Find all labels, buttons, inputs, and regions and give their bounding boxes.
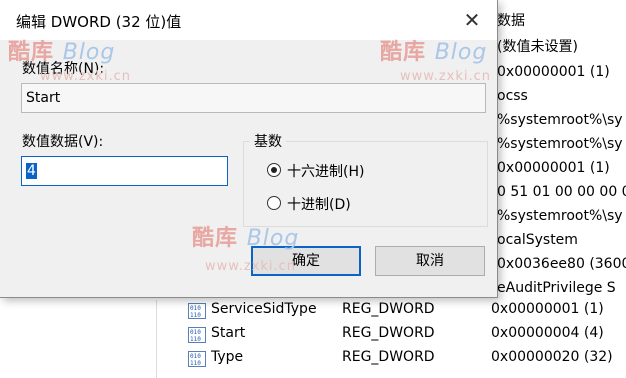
decimal-radio[interactable]	[267, 196, 281, 210]
cancel-button[interactable]: 取消	[375, 246, 485, 276]
close-button[interactable]: ✕	[457, 7, 487, 33]
base-group-label: 基数	[250, 131, 286, 151]
value-name-text: Start	[26, 90, 61, 106]
value-type: REG_DWORD	[342, 325, 435, 341]
partial-data-cell: 0 51 01 00 00 00 0	[497, 184, 626, 200]
hex-radio-label[interactable]: 十六进制(H)	[287, 161, 364, 181]
reg-binary-value-icon: 010 110	[188, 327, 206, 343]
value-data-label: 数值数据(V):	[22, 134, 104, 150]
partial-data-cell: ocss	[497, 88, 528, 104]
partial-data-cell: 0x0036ee80 (3600	[497, 256, 626, 272]
partial-data-cell: %systemroot%\sy	[497, 136, 623, 152]
reg-binary-value-icon: 010 110	[188, 351, 206, 367]
registry-value-row[interactable]: 010 110 Type REG_DWORD 0x00000020 (32)	[188, 347, 626, 371]
decimal-radio-label[interactable]: 十进制(D)	[287, 194, 351, 214]
hex-radio[interactable]	[267, 163, 281, 177]
value-data: 0x00000004 (4)	[491, 325, 604, 341]
tree-pane-divider[interactable]	[156, 300, 157, 378]
value-data-text: 4	[26, 163, 37, 179]
partial-data-cell: 0x00000001 (1)	[497, 160, 610, 176]
value-name-label: 数值名称(N):	[22, 61, 105, 77]
partial-data-cell: 0x00000001 (1)	[497, 64, 610, 80]
value-data-field[interactable]: 4	[21, 156, 228, 186]
edit-dword-dialog: 编辑 DWORD (32 位)值 ✕ 数值名称(N): Start 数值数据(V…	[0, 0, 498, 298]
partial-data-cell: eAuditPrivilege S	[497, 280, 616, 296]
value-name: ServiceSidType	[211, 301, 317, 317]
partial-data-cell: (数值未设置)	[497, 39, 578, 55]
value-name: Type	[211, 349, 244, 365]
svg-text:010: 010	[190, 353, 201, 360]
partial-data-cell: %systemroot%\sy	[497, 208, 623, 224]
dialog-titlebar[interactable]: 编辑 DWORD (32 位)值 ✕	[0, 0, 497, 40]
ok-button[interactable]: 确定	[251, 246, 361, 276]
value-data: 0x00000001 (1)	[491, 301, 604, 317]
value-name: Start	[211, 325, 246, 341]
svg-text:010: 010	[190, 329, 201, 336]
value-data: 0x00000020 (32)	[491, 349, 613, 365]
svg-text:110: 110	[190, 336, 201, 343]
svg-text:110: 110	[190, 360, 201, 367]
value-type: REG_DWORD	[342, 349, 435, 365]
data-column-header[interactable]: 数据	[497, 10, 525, 30]
partial-data-cell: %systemroot%\sy	[497, 112, 623, 128]
registry-value-row[interactable]: 010 110 ServiceSidType REG_DWORD 0x000000…	[188, 299, 626, 323]
value-type: REG_DWORD	[342, 301, 435, 317]
registry-value-row[interactable]: 010 110 Start REG_DWORD 0x00000004 (4)	[188, 323, 626, 347]
reg-binary-value-icon: 010 110	[188, 303, 206, 319]
dialog-title: 编辑 DWORD (32 位)值	[16, 13, 182, 31]
close-icon: ✕	[463, 8, 481, 32]
partial-data-cell: ocalSystem	[497, 232, 578, 248]
svg-text:110: 110	[190, 312, 201, 319]
svg-text:010: 010	[190, 305, 201, 312]
base-groupbox	[243, 141, 488, 227]
value-name-field[interactable]: Start	[21, 83, 486, 113]
